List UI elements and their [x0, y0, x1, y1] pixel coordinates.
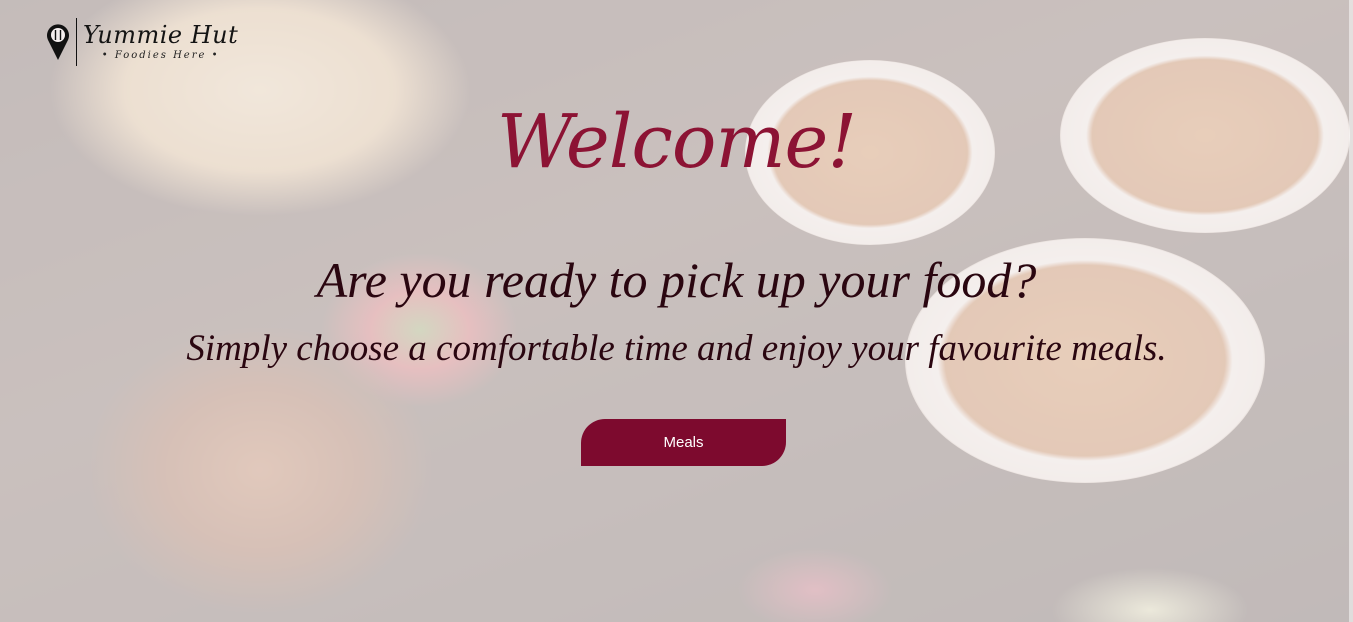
hero-section: Yummie Hut • Foodies Here • Welcome! Are…	[0, 0, 1353, 622]
logo-text: Yummie Hut • Foodies Here •	[83, 21, 238, 63]
brand-tagline: • Foodies Here •	[101, 50, 220, 61]
map-pin-fork-knife-icon	[42, 19, 74, 65]
hero-subline: Simply choose a comfortable time and enj…	[186, 328, 1167, 369]
page-scrollbar[interactable]	[1349, 0, 1353, 622]
brand-name: Yummie Hut	[83, 21, 239, 49]
meals-button[interactable]: Meals	[581, 419, 786, 466]
logo-divider	[76, 18, 77, 66]
hero-headline: Are you ready to pick up your food?	[316, 252, 1037, 308]
brand-logo[interactable]: Yummie Hut • Foodies Here •	[42, 18, 238, 66]
welcome-heading: Welcome!	[496, 99, 857, 185]
